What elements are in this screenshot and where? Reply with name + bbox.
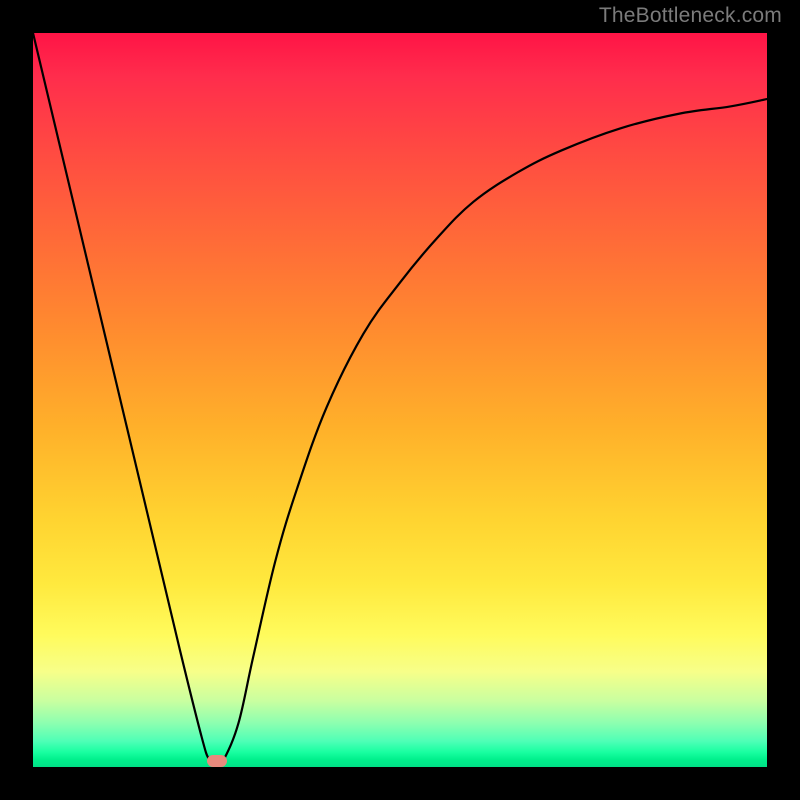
plot-area [33,33,767,767]
min-marker [207,755,227,767]
watermark-text: TheBottleneck.com [599,4,782,28]
chart-frame: TheBottleneck.com [0,0,800,800]
bottleneck-curve-path [33,33,767,767]
curve-svg [33,33,767,767]
